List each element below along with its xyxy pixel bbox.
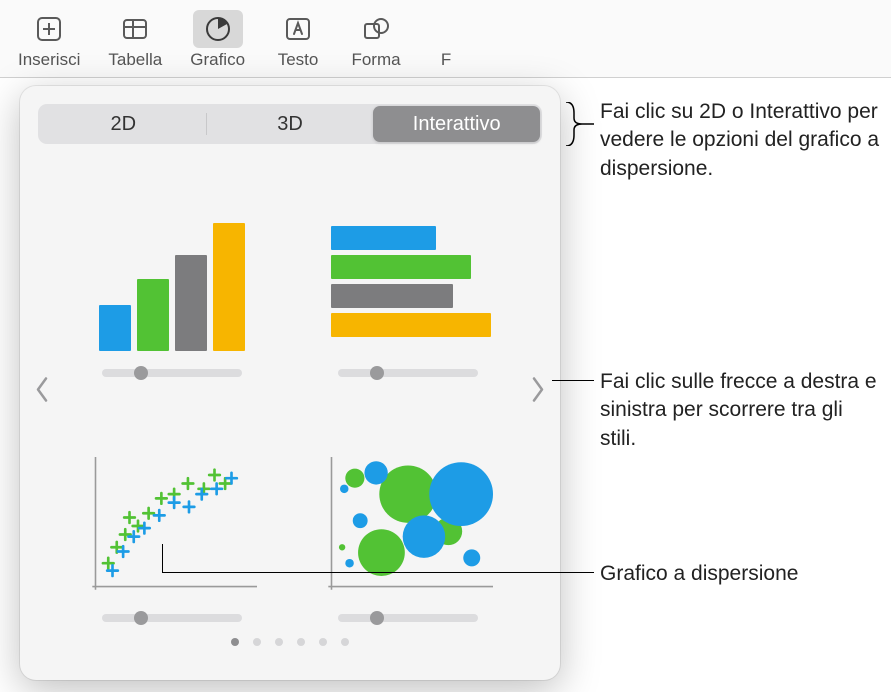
main-toolbar: Inserisci Tabella Grafico Testo Forma F <box>0 0 891 78</box>
callout-arrows: Fai clic sulle frecce a destra e sinistr… <box>600 368 880 453</box>
interactive-slider[interactable] <box>338 369 478 377</box>
callout-text: Fai clic su 2D o Interattivo per vedere … <box>600 100 879 180</box>
interactive-slider[interactable] <box>338 614 478 622</box>
page-dot[interactable] <box>253 638 261 646</box>
chart-option-scatter[interactable] <box>74 407 270 622</box>
interactive-slider[interactable] <box>102 614 242 622</box>
toolbar-label: Forma <box>351 50 400 70</box>
column-chart-thumb <box>87 211 257 351</box>
tab-2d[interactable]: 2D <box>40 106 207 142</box>
toolbar-shape[interactable]: Forma <box>337 8 415 72</box>
page-dot[interactable] <box>275 638 283 646</box>
toolbar-label: Inserisci <box>18 50 80 70</box>
chart-option-column[interactable] <box>74 162 270 377</box>
insert-icon <box>24 10 74 48</box>
callout-tabs: Fai clic su 2D o Interattivo per vedere … <box>600 98 890 183</box>
page-dot[interactable] <box>231 638 239 646</box>
next-style-arrow[interactable] <box>526 372 550 413</box>
tab-label: Interattivo <box>413 113 501 136</box>
chart-icon <box>193 10 243 48</box>
toolbar-chart[interactable]: Grafico <box>176 8 259 72</box>
page-indicator[interactable] <box>38 638 542 646</box>
chart-gallery <box>38 162 542 622</box>
bubble-chart-thumb <box>323 456 493 596</box>
chart-option-bubble[interactable] <box>310 407 506 622</box>
chart-type-segmented: 2D 3D Interattivo <box>38 104 542 144</box>
callout-scatter: Grafico a dispersione <box>600 560 880 588</box>
toolbar-label: Grafico <box>190 50 245 70</box>
callout-brace-icon <box>564 102 594 146</box>
tab-label: 3D <box>277 113 303 136</box>
toolbar-label: Testo <box>278 50 319 70</box>
chart-option-bar[interactable] <box>310 162 506 377</box>
callout-text: Fai clic sulle frecce a destra e sinistr… <box>600 370 877 450</box>
bar-chart-thumb <box>323 211 493 351</box>
interactive-slider[interactable] <box>102 369 242 377</box>
toolbar-more[interactable]: F <box>415 8 485 72</box>
prev-style-arrow[interactable] <box>30 372 54 413</box>
scatter-chart-thumb <box>87 456 257 596</box>
callout-text: Grafico a dispersione <box>600 562 798 585</box>
text-icon <box>273 10 323 48</box>
tab-interactive[interactable]: Interattivo <box>373 106 540 142</box>
chart-popover: 2D 3D Interattivo <box>20 86 560 680</box>
toolbar-label: F <box>441 50 451 70</box>
page-dot[interactable] <box>297 638 305 646</box>
page-dot[interactable] <box>341 638 349 646</box>
toolbar-insert[interactable]: Inserisci <box>4 8 94 72</box>
tab-3d[interactable]: 3D <box>207 106 374 142</box>
tab-label: 2D <box>111 113 137 136</box>
shape-icon <box>351 10 401 48</box>
table-icon <box>110 10 160 48</box>
page-dot[interactable] <box>319 638 327 646</box>
toolbar-label: Tabella <box>108 50 162 70</box>
toolbar-text[interactable]: Testo <box>259 8 337 72</box>
toolbar-table[interactable]: Tabella <box>94 8 176 72</box>
